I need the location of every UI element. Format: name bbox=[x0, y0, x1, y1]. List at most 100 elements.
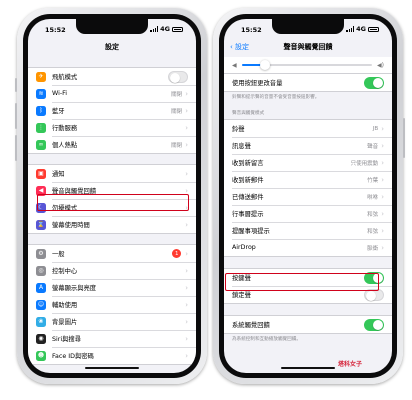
status-time: 15:52 bbox=[241, 26, 262, 34]
settings-row-label: 控制中心 bbox=[52, 268, 78, 275]
chevron-right-icon: › bbox=[381, 209, 384, 218]
volume-up-button bbox=[15, 103, 17, 129]
wifi-icon: ≋ bbox=[36, 88, 46, 99]
notifications-icon: ▣ bbox=[36, 168, 46, 179]
chevron-right-icon: › bbox=[185, 220, 188, 229]
settings-row-group1-0[interactable]: ✈ 飛航模式 bbox=[28, 68, 196, 85]
settings-row-group2-1[interactable]: ◀ 聲音與觸覺回饋 › bbox=[28, 182, 196, 199]
settings-row-group1-3[interactable]: ⋮ 行動服務 › bbox=[28, 119, 196, 136]
keyboard-clicks-row[interactable]: 按鍵聲 bbox=[224, 269, 392, 286]
settings-row-group3-6[interactable]: ☻ Face ID與密碼 › bbox=[28, 347, 196, 364]
network-label: 4G bbox=[356, 25, 366, 33]
left-phone: 15:52 4G 設定 ✈ 飛航模式 ≋ Wi-Fi 關閉 › ᛒ 藍牙 關閉 › ⋮ 行動服務 › ∞ 個… bbox=[15, 8, 207, 384]
tone-value: 只使用震動 bbox=[350, 160, 379, 167]
cellular-icon: ⋮ bbox=[36, 122, 46, 133]
page-title: 聲音與觸覺回饋 bbox=[283, 43, 333, 51]
volume-slider[interactable]: ◀ ◀) bbox=[224, 57, 392, 73]
chevron-right-icon: › bbox=[381, 158, 384, 167]
siri-icon: ◉ bbox=[36, 333, 46, 344]
settings-row-group3-2[interactable]: A 螢幕顯示與亮度 › bbox=[28, 279, 196, 296]
battery-icon bbox=[172, 26, 183, 32]
chevron-right-icon: › bbox=[381, 243, 384, 252]
keyboard-clicks-toggle[interactable] bbox=[364, 271, 384, 284]
settings-row-group1-4[interactable]: ∞ 個人熱點 關閉 › bbox=[28, 136, 196, 153]
system-haptics-label: 系統觸覺回饋 bbox=[232, 322, 270, 329]
tone-row[interactable]: 行事曆提示 和弦 › bbox=[224, 205, 392, 222]
chevron-right-icon: › bbox=[185, 123, 188, 132]
hourglass-icon: ⌛ bbox=[36, 219, 46, 230]
tone-row[interactable]: AirDrop 脈衝 › bbox=[224, 239, 392, 256]
settings-row-group2-3[interactable]: ⌛ 螢幕使用時間 › bbox=[28, 216, 196, 233]
accessibility-icon: ☺ bbox=[36, 299, 46, 310]
settings-row-group2-0[interactable]: ▣ 通知 › bbox=[28, 165, 196, 182]
page-title: 設定 bbox=[105, 43, 119, 51]
settings-row-label: 通知 bbox=[52, 171, 65, 178]
hotspot-icon: ∞ bbox=[36, 139, 46, 150]
settings-row-value: 關閉 bbox=[171, 142, 183, 149]
settings-row-group1-2[interactable]: ᛒ 藍牙 關閉 › bbox=[28, 102, 196, 119]
system-haptics-row[interactable]: 系統觸覺回饋 bbox=[224, 316, 392, 333]
airplane-mode-toggle[interactable] bbox=[168, 70, 188, 83]
watermark: 塔科女子 bbox=[337, 361, 362, 368]
lock-sound-row[interactable]: 鎖定聲 bbox=[224, 286, 392, 303]
tone-label: 收到新留言 bbox=[232, 160, 264, 167]
settings-row-label: 螢幕顯示與亮度 bbox=[52, 285, 97, 292]
settings-row-group3-3[interactable]: ☺ 輔助使用 › bbox=[28, 296, 196, 313]
volume-knob[interactable] bbox=[260, 60, 271, 70]
change-with-buttons-toggle[interactable] bbox=[364, 76, 384, 89]
settings-row-label: 背景圖片 bbox=[52, 319, 78, 326]
settings-row-group3-5[interactable]: ◉ Siri與搜尋 › bbox=[28, 330, 196, 347]
side-button bbox=[403, 118, 405, 158]
volume-track[interactable] bbox=[241, 60, 373, 70]
chevron-right-icon: › bbox=[185, 317, 188, 326]
tone-value: 竹葉 bbox=[367, 177, 379, 184]
sounds-icon: ◀ bbox=[36, 185, 46, 196]
settings-row-group2-2[interactable]: ☾ 勿擾模式 › bbox=[28, 199, 196, 216]
settings-row-label: 藍牙 bbox=[52, 108, 65, 115]
phone-bezel: 15:52 4G ‹ 設定 聲音與觸覺回饋 ◀ ◀) 使用按鈕更改音量 鈴聲和提… bbox=[219, 14, 397, 378]
settings-row-label: 飛航模式 bbox=[52, 74, 78, 81]
signal-icon bbox=[150, 26, 159, 32]
settings-row-group3-0[interactable]: ⚙ 一般 1 › bbox=[28, 245, 196, 262]
phone-bezel: 15:52 4G 設定 ✈ 飛航模式 ≋ Wi-Fi 關閉 › ᛒ 藍牙 關閉 › ⋮ 行動服務 › ∞ 個… bbox=[23, 14, 201, 378]
chevron-right-icon: › bbox=[185, 106, 188, 115]
chevron-right-icon: › bbox=[185, 351, 188, 360]
settings-row-group3-4[interactable]: ❀ 背景圖片 › bbox=[28, 313, 196, 330]
tone-row[interactable]: 提醒事項提示 和弦 › bbox=[224, 222, 392, 239]
settings-row-group3-1[interactable]: ◎ 控制中心 › bbox=[28, 262, 196, 279]
settings-row-group1-1[interactable]: ≋ Wi-Fi 關閉 › bbox=[28, 85, 196, 102]
tone-value: 咻咻 bbox=[367, 194, 379, 201]
tone-row[interactable]: 收到新留言 只使用震動 › bbox=[224, 154, 392, 171]
system-haptics-toggle[interactable] bbox=[364, 318, 384, 331]
tone-row[interactable]: 已傳送郵件 咻咻 › bbox=[224, 188, 392, 205]
change-with-buttons-label: 使用按鈕更改音量 bbox=[232, 80, 283, 87]
chevron-right-icon: › bbox=[185, 283, 188, 292]
notch bbox=[76, 19, 148, 34]
tone-label: 行事曆提示 bbox=[232, 211, 264, 218]
chevron-right-icon: › bbox=[381, 175, 384, 184]
chevron-right-icon: › bbox=[381, 226, 384, 235]
tone-label: 收到新郵件 bbox=[232, 177, 264, 184]
airplane-icon: ✈ bbox=[36, 71, 46, 82]
change-with-buttons-row[interactable]: 使用按鈕更改音量 bbox=[224, 74, 392, 91]
volume-buttons-group: 使用按鈕更改音量 bbox=[224, 73, 392, 92]
settings-row-label: Face ID與密碼 bbox=[52, 353, 94, 360]
tone-row[interactable]: 收到新郵件 竹葉 › bbox=[224, 171, 392, 188]
moon-icon: ☾ bbox=[36, 202, 46, 213]
lock-sound-label: 鎖定聲 bbox=[232, 292, 251, 299]
chevron-right-icon: › bbox=[185, 334, 188, 343]
right-phone: 15:52 4G ‹ 設定 聲音與觸覺回饋 ◀ ◀) 使用按鈕更改音量 鈴聲和提… bbox=[213, 8, 405, 384]
nav-bar: ‹ 設定 聲音與觸覺回饋 bbox=[224, 37, 392, 57]
home-indicator bbox=[85, 366, 139, 369]
tone-row[interactable]: 鈴聲 JB › bbox=[224, 120, 392, 137]
lock-sound-toggle[interactable] bbox=[364, 288, 384, 301]
back-button[interactable]: ‹ 設定 bbox=[230, 37, 249, 57]
volume-down-button bbox=[15, 135, 17, 161]
bluetooth-icon: ᛒ bbox=[36, 105, 46, 116]
speaker-high-icon: ◀) bbox=[377, 61, 384, 69]
status-time: 15:52 bbox=[45, 26, 66, 34]
tone-label: 鈴聲 bbox=[232, 126, 245, 133]
tone-value: 和弦 bbox=[367, 211, 379, 218]
chevron-right-icon: › bbox=[185, 140, 188, 149]
tone-row[interactable]: 訊息聲 聲音 › bbox=[224, 137, 392, 154]
